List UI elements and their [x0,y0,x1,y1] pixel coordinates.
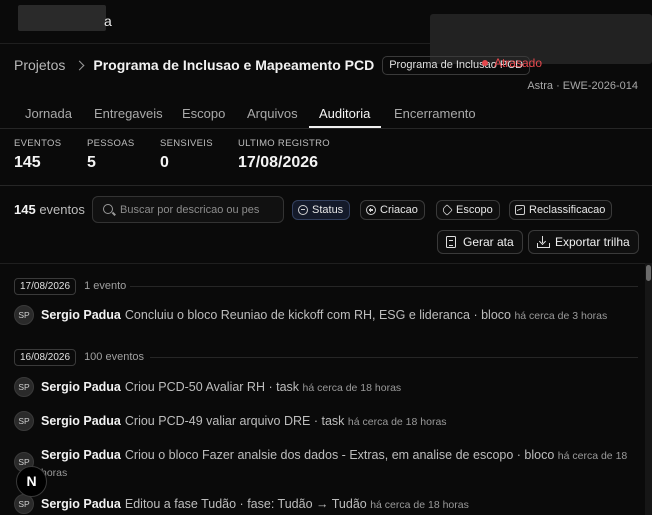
download-icon [537,236,550,248]
document-icon [446,236,456,248]
event-action: Criou PCD-49 valiar arquivo DRE · task [124,414,345,428]
filter-label: Reclassificacao [529,204,606,216]
tab-arquivos[interactable]: Arquivos [247,106,298,121]
event-time: há cerca de 18 horas [302,382,402,394]
plus-circle-icon [366,205,376,215]
event-text: Sergio Padua Criou PCD-50 Avaliar RH · ta… [41,379,641,396]
avatar: SP [14,377,34,397]
scrollbar-thumb[interactable] [646,265,651,281]
search-input[interactable] [120,202,280,218]
stat-value: 0 [160,154,169,171]
stat-label: PESSOAS [87,138,135,149]
avatar: SP [14,305,34,325]
event-actor[interactable]: Sergio Padua [41,380,121,394]
tag-icon [441,204,453,216]
event-time: há cerca de 18 horas [347,416,447,428]
exportar-trilha-label: Exportar trilha [555,235,630,249]
filter-label: Escopo [456,204,493,216]
gerar-ata-button[interactable]: Gerar ata [437,230,523,254]
tab-jornada[interactable]: Jornada [25,106,72,121]
filter-status-button[interactable]: Status [292,200,351,220]
event-time: há cerca de 18 horas [370,499,469,511]
event-text: Sergio Padua Criou o bloco Fazer analsie … [41,447,641,481]
stat-label: EVENTOS [14,138,62,149]
tab-encerramento[interactable]: Encerramento [394,106,476,121]
event-actor[interactable]: Sergio Padua [41,497,121,511]
divider [150,357,638,358]
filter-label: Status [312,204,344,216]
event-action: Editou a fase Tudão · fase: Tudão → Tudã… [124,497,367,511]
event-action: Criou o bloco Fazer analsie dos dados - … [124,448,555,462]
search-icon [103,204,113,214]
chevron-right-icon [74,60,85,70]
brand-name: a [104,13,112,29]
stat-pessoas: PESSOAS 5 [87,138,135,172]
group-event-count: 1 evento [84,280,127,292]
date-chip: 16/08/2026 [14,348,77,366]
date-chip: 17/08/2026 [14,277,77,295]
project-meta: Astra · EWE-2026-014 [527,80,638,92]
avatar: SP [14,494,34,514]
event-text: Sergio Padua Concluiu o bloco Reuniao de … [41,307,641,324]
active-tab-indicator [309,126,381,128]
group-event-count: 100 eventos [84,351,144,363]
divider [130,286,638,287]
breadcrumb: Projetos Programa de Inclusao e Mapeamen… [14,55,531,75]
event-actor[interactable]: Sergio Padua [41,448,121,462]
exportar-trilha-button[interactable]: Exportar trilha [528,230,639,254]
avatar: SP [14,411,34,431]
filter-reclassificacao-button[interactable]: Reclassificacao [509,200,613,220]
event-count-label: eventos [39,202,85,217]
stat-value: 145 [14,154,41,171]
status-dot-icon [482,60,488,66]
gerar-ata-label: Gerar ata [463,235,514,249]
filter-label: Criacao [380,204,418,216]
event-time: há cerca de 3 horas [514,310,608,322]
event-action: Criou PCD-50 Avaliar RH · task [124,380,300,394]
image-icon [515,205,525,215]
project-title: Programa de Inclusao e Mapeamento PCD [93,57,375,73]
tab-auditoria[interactable]: Auditoria [319,106,370,121]
date-group-header: 16/08/2026 100 eventos [14,348,144,366]
tab-bar: Jornada Entregaveis Escopo Arquivos Audi… [0,100,652,129]
date-group-header: 17/08/2026 1 evento [14,277,126,295]
stat-sensiveis: SENSIVEIS 0 [160,138,213,172]
scrollbar[interactable] [645,263,652,515]
stat-label: SENSIVEIS [160,138,213,149]
search-box [92,196,284,223]
divider [0,263,645,264]
nextjs-dev-badge[interactable]: N [16,466,47,497]
event-count: 145 eventos [14,202,85,217]
event-actor[interactable]: Sergio Padua [41,308,121,322]
stat-label: ULTIMO REGISTRO [238,138,330,149]
filter-escopo-button[interactable]: Escopo [436,200,500,220]
event-text: Sergio Padua Editou a fase Tudão · fase: … [41,496,641,513]
brand-logo-redacted [18,5,106,31]
stat-eventos: EVENTOS 145 [14,138,61,172]
stat-ultimo-registro: ULTIMO REGISTRO 17/08/2026 [238,138,330,172]
breadcrumb-projetos-link[interactable]: Projetos [14,57,65,73]
stat-value: 5 [87,154,96,171]
event-action: Concluiu o bloco Reuniao de kickoff com … [124,308,511,322]
event-actor[interactable]: Sergio Padua [41,414,121,428]
event-count-value: 145 [14,202,36,217]
project-status: Atrasado [494,56,543,70]
tab-escopo[interactable]: Escopo [182,106,225,121]
stat-value: 17/08/2026 [238,154,319,171]
filter-criacao-button[interactable]: Criacao [360,200,425,220]
audit-stats: EVENTOS 145 PESSOAS 5 SENSIVEIS 0 ULTIMO… [0,129,652,186]
event-text: Sergio Padua Criou PCD-49 valiar arquivo … [41,413,641,430]
status-icon [298,205,308,215]
tab-entregaveis[interactable]: Entregaveis [94,106,163,121]
